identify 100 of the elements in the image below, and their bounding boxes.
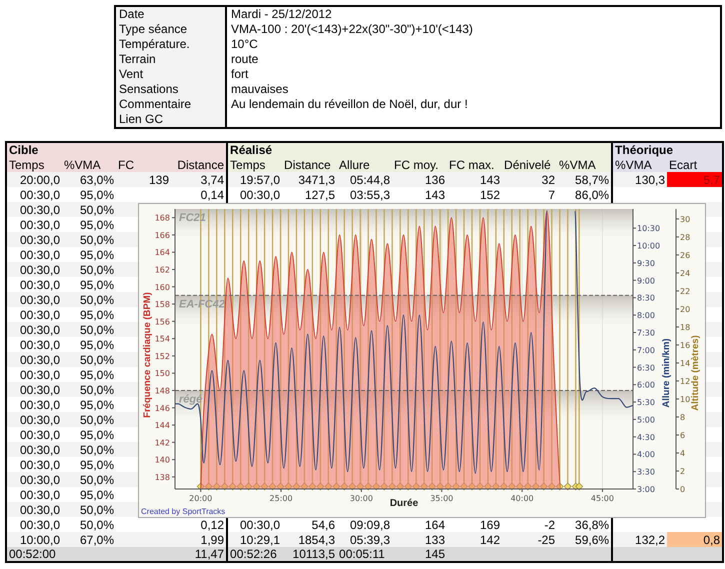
table-cell: 00:30,0 (6, 487, 62, 502)
tick-label: 30 (680, 214, 690, 224)
tick-label: 8:00 (637, 311, 655, 320)
tick-label: 140 (154, 456, 170, 465)
field-value: fort (230, 67, 250, 82)
column-header: Distance (282, 157, 338, 172)
table-cell: 00:30,0 (6, 502, 62, 517)
table-cell: 00:30,0 (6, 352, 62, 367)
table-cell: 0,8 (667, 532, 724, 547)
table-cell: 127,5 (282, 187, 338, 202)
tick-label: 3:00 (637, 485, 655, 494)
table-cell: 59,6% (557, 532, 612, 547)
table-cell: 50,0% (62, 322, 116, 337)
tick-label: 8:30 (637, 294, 655, 303)
field-value: mauvaises (230, 82, 290, 97)
table-cell: 95,0% (62, 307, 116, 322)
table-cell: 50,0% (62, 382, 116, 397)
tick-label: 160 (154, 282, 170, 292)
table-cell: 0,14 (171, 187, 228, 202)
table-cell: 00:30,0 (6, 187, 62, 202)
tick-label: 2 (680, 467, 686, 476)
table-cell: 00:30,0 (6, 367, 62, 382)
column-header: FC moy. (392, 157, 448, 172)
table-cell: 00:30,0 (6, 427, 62, 442)
field-label: Type séance (116, 22, 227, 37)
tick-label: 166 (154, 230, 170, 240)
tick-label: 10 (680, 394, 690, 404)
table-cell: 00:30,0 (6, 517, 62, 532)
table-cell: 50,0% (62, 517, 116, 532)
tick-label: 7:00 (637, 346, 655, 355)
tick-label: 5:00 (637, 415, 655, 424)
tick-label: 156 (154, 317, 170, 326)
table-cell: 00:52:00 (6, 547, 62, 562)
table-cell: 139 (116, 172, 171, 187)
tick-label: 7:30 (637, 328, 655, 338)
tick-label: 14 (680, 358, 690, 368)
tick-label: 138 (154, 472, 170, 482)
tick-label: 4:30 (637, 432, 655, 442)
axis-title: Fréquence cardiaque (BPM) (142, 292, 153, 418)
table-cell: 95,0% (62, 397, 116, 412)
table-cell: 1854,3 (282, 532, 338, 547)
table-cell: 3,74 (171, 172, 228, 187)
table-cell: 19:57,0 (227, 172, 282, 187)
table-cell: 95,0% (62, 217, 116, 232)
table-cell: 130,3 (612, 172, 668, 187)
table-cell: 00:30,0 (6, 337, 62, 352)
table-cell: 95,0% (62, 427, 116, 442)
table-cell: 7 (502, 187, 558, 202)
field-value: VMA-100 : 20'(<143)+22x(30"-30")+10'(<143) (230, 22, 474, 37)
axis-title: Allure (min/km) (661, 338, 672, 408)
table-cell: 05:44,8 (337, 172, 392, 187)
tick-label: 12 (680, 376, 690, 386)
table-cell: 10113,5 (282, 547, 338, 562)
table-cell: 143 (447, 172, 502, 187)
table-cell: 00:05:11 (337, 547, 392, 562)
tick-label: 5:30 (637, 398, 655, 408)
table-cell: 00:30,0 (6, 277, 62, 292)
table-cell: 95,0% (62, 247, 116, 262)
tick-label: 4 (680, 448, 686, 458)
table-cell: 00:30,0 (6, 442, 62, 457)
tick-label: 9:30 (637, 258, 655, 268)
table-cell: 50,0% (62, 502, 116, 517)
table-cell: 132,2 (612, 532, 668, 547)
tick-label: 150 (154, 369, 170, 378)
table-cell: 50,0% (62, 442, 116, 457)
table-cell: 5,7 (667, 172, 724, 187)
table-cell: 00:30,0 (6, 472, 62, 487)
field-label: Date (116, 7, 227, 22)
table-cell: 3471,3 (282, 172, 338, 187)
tick-label: 6:30 (637, 363, 655, 372)
table-cell: 95,0% (62, 367, 116, 382)
table-cell: 50,0% (62, 262, 116, 277)
table-cell: -25 (502, 532, 558, 547)
column-header: FC max. (447, 157, 502, 172)
table-cell: 11,47 (171, 547, 228, 562)
tick-label: 162 (154, 266, 170, 274)
axis-title: Altitude (mètres) (690, 335, 701, 411)
tick-label: 8 (680, 412, 686, 422)
tick-label: 22 (680, 286, 690, 296)
table-cell: 0,12 (171, 517, 228, 532)
field-label: Vent (116, 67, 227, 82)
tick-label: 25:00 (270, 494, 293, 503)
table-cell: 50,0% (62, 352, 116, 367)
tick-label: 168 (154, 214, 170, 223)
column-header: FC (116, 157, 171, 172)
table-cell: 36,8% (557, 517, 612, 532)
table-cell: 00:52:26 (227, 547, 282, 562)
table-cell: 63,0% (62, 172, 116, 187)
table-cell: 145 (392, 547, 448, 562)
table-cell: 10:00,0 (6, 532, 62, 547)
table-cell: 95,0% (62, 337, 116, 352)
column-header: Ecart (667, 157, 724, 172)
tick-label: 148 (154, 386, 170, 396)
table-cell: 00:30,0 (6, 397, 62, 412)
tick-label: 35:00 (430, 494, 454, 503)
table-cell: 00:30,0 (6, 292, 62, 307)
tick-label: 142 (154, 438, 170, 448)
field-label: Sensations (116, 82, 227, 97)
table-cell: 67,0% (62, 532, 116, 547)
field-value: route (230, 52, 260, 67)
